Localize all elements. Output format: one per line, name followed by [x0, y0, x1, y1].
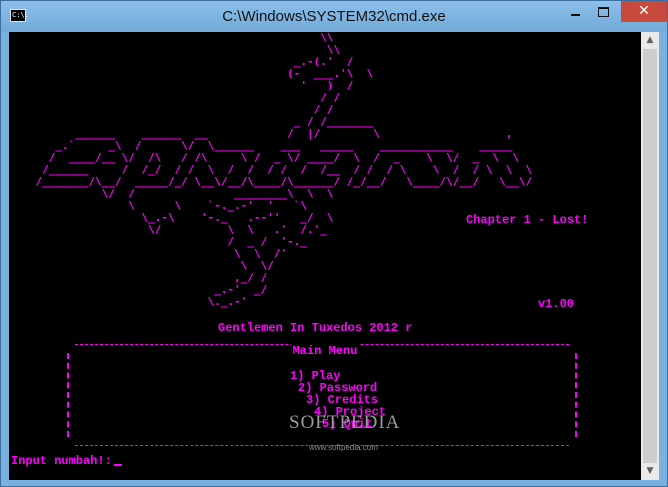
maximize-button[interactable]: [589, 1, 617, 22]
scroll-thumb[interactable]: [643, 49, 657, 463]
close-icon: ✕: [638, 3, 650, 19]
chapter-label: Chapter 1 - Lost!: [466, 213, 589, 227]
version-label: v1.00: [538, 297, 575, 311]
main-menu-title-text: Main Menu: [290, 344, 360, 358]
minimize-icon: [570, 13, 580, 16]
console-window: C:\. C:\Windows\SYSTEM32\cmd.exe ✕ \\ \\: [0, 0, 668, 487]
softpedia-watermark: SOFTPEDIA: [289, 412, 401, 433]
ascii-art-logo: \\ \\ _.-(.' / (- ___.'\ \ ') / / / / /…: [35, 32, 533, 308]
scroll-up-arrow-icon[interactable]: ▲: [641, 32, 659, 49]
close-button[interactable]: ✕: [621, 1, 667, 22]
maximize-icon: [597, 6, 609, 17]
vertical-scrollbar[interactable]: ▲ ▼: [641, 32, 659, 480]
minimize-button[interactable]: [561, 1, 589, 22]
text-cursor: [113, 464, 122, 466]
input-prompt-text: Input numbah!:: [11, 454, 112, 468]
scroll-down-arrow-icon[interactable]: ▼: [641, 463, 659, 480]
console-output[interactable]: \\ \\ _.-(.' / (- ___.'\ \ ') / / / / /…: [9, 32, 641, 480]
title-bar[interactable]: C:\. C:\Windows\SYSTEM32\cmd.exe ✕: [1, 1, 667, 32]
main-menu-title: Main Menu: [9, 344, 641, 358]
credit-label: Gentlemen In Tuxedos 2012 r: [218, 321, 413, 335]
softpedia-url: www.softpedia.com: [309, 443, 378, 452]
input-prompt[interactable]: Input numbah!:: [11, 454, 122, 468]
